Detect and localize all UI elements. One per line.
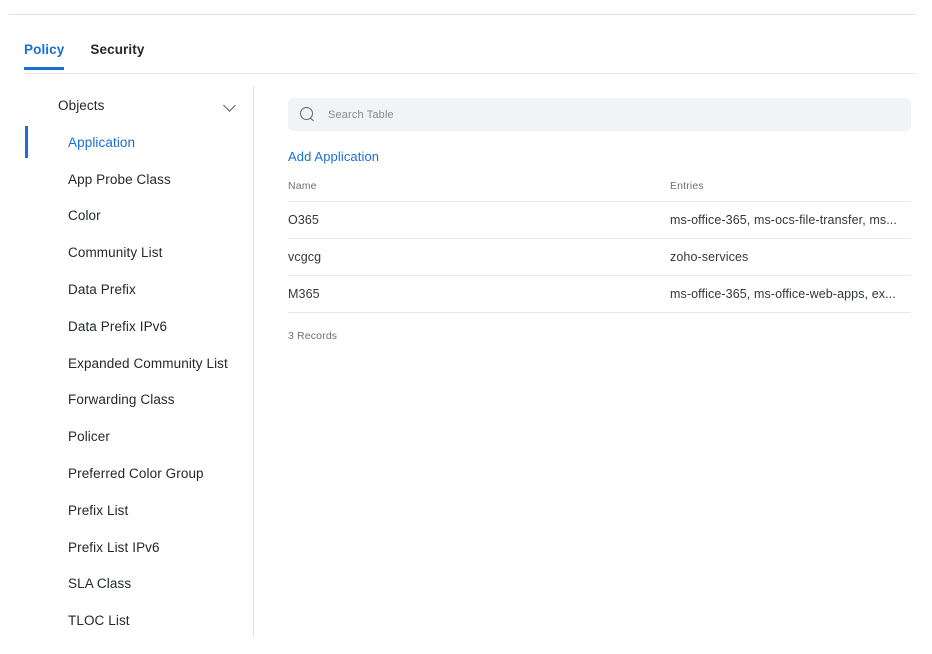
sidebar-item-label: Color xyxy=(68,208,101,224)
sidebar-item-preferred-color-group[interactable]: Preferred Color Group xyxy=(0,455,253,492)
sidebar-item-sla-class[interactable]: SLA Class xyxy=(0,566,253,603)
application-root: Policy Security Objects Application App … xyxy=(0,0,932,654)
column-header-entries[interactable]: Entries xyxy=(670,180,911,202)
content-panel: Add Application Name Entries O365 ms-off… xyxy=(254,86,932,654)
search-table-box[interactable] xyxy=(288,98,911,131)
cell-entries: ms-office-365, ms-office-web-apps, ex... xyxy=(670,275,911,313)
sidebar-item-app-probe-class[interactable]: App Probe Class xyxy=(0,161,253,198)
sidebar-item-list: Application App Probe Class Color Commun… xyxy=(0,124,253,639)
table-row[interactable]: O365 ms-office-365, ms-ocs-file-transfer… xyxy=(288,201,911,239)
sidebar-item-data-prefix-ipv6[interactable]: Data Prefix IPv6 xyxy=(0,308,253,345)
main-tab-bar: Policy Security xyxy=(24,42,916,74)
sidebar-item-prefix-list-ipv6[interactable]: Prefix List IPv6 xyxy=(0,529,253,566)
sidebar-item-application[interactable]: Application xyxy=(0,124,253,161)
table-row[interactable]: vcgcg zoho-services xyxy=(288,238,911,276)
sidebar-item-label: TLOC List xyxy=(68,613,130,629)
sidebar-item-label: Prefix List IPv6 xyxy=(68,539,160,555)
tab-policy[interactable]: Policy xyxy=(24,42,65,70)
records-count-label: 3 Records xyxy=(288,330,338,342)
sidebar-item-label: Prefix List xyxy=(68,502,129,518)
top-divider xyxy=(8,14,916,15)
table-row[interactable]: M365 ms-office-365, ms-office-web-apps, … xyxy=(288,275,911,313)
sidebar-item-label: Policer xyxy=(68,429,110,445)
sidebar-group-objects[interactable]: Objects xyxy=(0,86,253,124)
cell-name: vcgcg xyxy=(288,238,670,276)
cell-entries: ms-office-365, ms-ocs-file-transfer, ms.… xyxy=(670,201,911,239)
sidebar-item-label: Preferred Color Group xyxy=(68,466,204,482)
column-header-name[interactable]: Name xyxy=(288,180,670,202)
sidebar-item-prefix-list[interactable]: Prefix List xyxy=(0,492,253,529)
sidebar-item-label: Forwarding Class xyxy=(68,392,175,408)
sidebar: Objects Application App Probe Class Colo… xyxy=(0,86,254,637)
sidebar-item-label: Data Prefix IPv6 xyxy=(68,318,168,334)
sidebar-item-label: Data Prefix xyxy=(68,282,136,298)
applications-table: Name Entries O365 ms-office-365, ms-ocs-… xyxy=(288,180,911,313)
search-input[interactable] xyxy=(328,108,848,121)
table-header-row: Name Entries xyxy=(288,180,911,202)
cell-name: M365 xyxy=(288,275,670,313)
sidebar-group-title: Objects xyxy=(58,97,105,113)
chevron-down-icon[interactable] xyxy=(223,98,237,112)
sidebar-item-label: SLA Class xyxy=(68,576,132,592)
sidebar-item-label: App Probe Class xyxy=(68,171,171,187)
add-application-link[interactable]: Add Application xyxy=(288,149,379,164)
sidebar-item-tloc-list[interactable]: TLOC List xyxy=(0,602,253,639)
sidebar-item-label: Community List xyxy=(68,245,163,261)
table-header: Name Entries xyxy=(288,180,911,202)
search-icon xyxy=(300,106,316,123)
cell-entries: zoho-services xyxy=(670,238,911,276)
sidebar-item-community-list[interactable]: Community List xyxy=(0,234,253,271)
tab-security[interactable]: Security xyxy=(90,42,144,70)
table-body: O365 ms-office-365, ms-ocs-file-transfer… xyxy=(288,201,911,313)
sidebar-item-policer[interactable]: Policer xyxy=(0,418,253,455)
sidebar-item-forwarding-class[interactable]: Forwarding Class xyxy=(0,382,253,419)
sidebar-item-label: Expanded Community List xyxy=(68,355,228,371)
sidebar-item-data-prefix[interactable]: Data Prefix xyxy=(0,271,253,308)
sidebar-item-color[interactable]: Color xyxy=(0,198,253,235)
sidebar-item-label: Application xyxy=(68,134,136,150)
cell-name: O365 xyxy=(288,201,670,239)
sidebar-item-expanded-community-list[interactable]: Expanded Community List xyxy=(0,345,253,382)
